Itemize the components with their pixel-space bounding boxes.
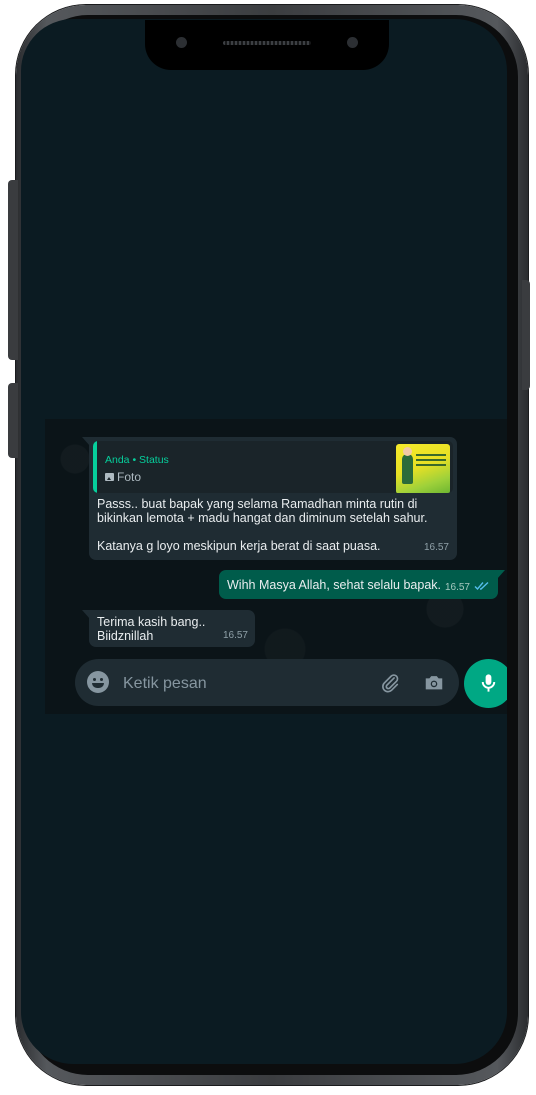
phone-screen: Anda • Status Foto Passs.. buat bapak ya… bbox=[21, 19, 507, 1064]
emoji-icon[interactable] bbox=[87, 671, 109, 693]
message-input[interactable] bbox=[121, 659, 355, 708]
message-time: 16.57 bbox=[444, 582, 470, 593]
message-time: 16.57 bbox=[222, 630, 248, 641]
incoming-message-reply[interactable]: Anda • Status Foto Passs.. buat bapak ya… bbox=[82, 437, 457, 560]
thumbnail-figure-head bbox=[403, 447, 412, 456]
bubble-tail bbox=[82, 610, 90, 619]
emoji-mouth bbox=[92, 683, 104, 688]
chat-area[interactable]: Anda • Status Foto Passs.. buat bapak ya… bbox=[45, 419, 507, 714]
volume-button-lower bbox=[8, 383, 18, 458]
quoted-author: Anda • Status bbox=[105, 454, 169, 466]
quoted-type: Foto bbox=[105, 470, 141, 484]
mic-button[interactable] bbox=[464, 659, 507, 708]
phone-notch bbox=[145, 20, 389, 70]
bubble-tail bbox=[82, 437, 90, 446]
quote-accent-bar bbox=[93, 441, 97, 493]
quoted-type-label: Foto bbox=[117, 470, 142, 484]
quoted-status[interactable]: Anda • Status Foto bbox=[93, 441, 453, 493]
bubble-tail bbox=[497, 570, 505, 579]
thumbnail-figure bbox=[402, 454, 413, 484]
read-ticks-icon bbox=[474, 581, 489, 591]
mic-icon bbox=[481, 674, 496, 692]
sensor bbox=[347, 37, 358, 48]
paperclip-icon[interactable] bbox=[379, 672, 401, 694]
photo-icon bbox=[105, 473, 114, 481]
outgoing-message[interactable]: Wihh Masya Allah, sehat selalu bapak. 16… bbox=[219, 570, 505, 599]
message-time: 16.57 bbox=[423, 542, 449, 553]
earpiece-speaker bbox=[223, 41, 311, 45]
volume-button bbox=[8, 180, 18, 360]
incoming-message[interactable]: Terima kasih bang.. Biidznillah 16.57 bbox=[82, 610, 255, 647]
message-text: Wihh Masya Allah, sehat selalu bapak. bbox=[227, 578, 442, 592]
message-composer bbox=[75, 659, 459, 708]
power-button bbox=[522, 280, 530, 390]
thumbnail-text-lines bbox=[416, 454, 446, 456]
status-thumbnail[interactable] bbox=[396, 444, 450, 493]
message-text: Passs.. buat bapak yang selama Ramadhan … bbox=[97, 497, 428, 553]
camera-icon[interactable] bbox=[423, 672, 445, 694]
message-text: Terima kasih bang.. Biidznillah bbox=[97, 615, 206, 643]
front-camera bbox=[176, 37, 187, 48]
